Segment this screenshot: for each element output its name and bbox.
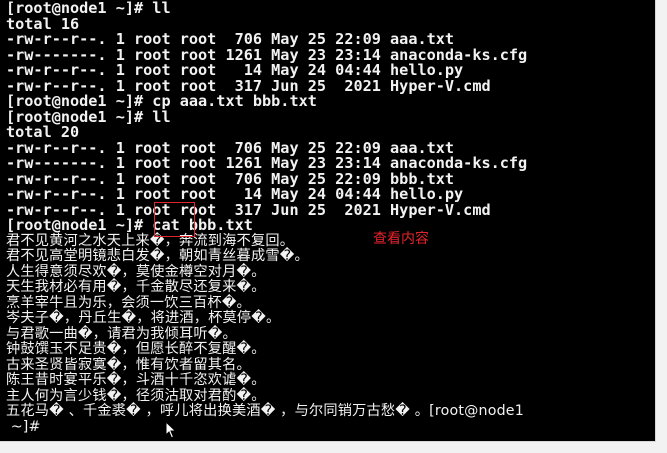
poem-line: 人生得意须尽欢�，莫使金樽空对月�。 [6, 263, 266, 280]
poem-line: 古来圣贤皆寂寞�，惟有饮者留其名。 [6, 356, 251, 373]
poem-line: 君不见高堂明镜悲白发�，朝如青丝暮成雪�。 [6, 248, 309, 264]
poem-line: 岑夫子�，丹丘生�，将进酒，杯莫停�。 [6, 310, 281, 326]
poem-line: 天生我材必有用�，千金散尽还复来�。 [6, 279, 266, 295]
terminal-output: [root@node1 ~]# ll total 16 -rw-r--r--. 1 … [6, 0, 527, 435]
poem-line: 君不见黄河之水天上来�，奔流到海不复回。 [6, 232, 295, 249]
poem-line: 主人何为言少钱�，径须沽取对君酌�。 [6, 387, 266, 404]
mouse-cursor-icon [165, 421, 177, 439]
terminal-line: [root@node1 ~]# ll [6, 107, 171, 126]
poem-line: ~]# [6, 418, 46, 435]
poem-line: 钟鼓馔玉不足贵�，但愿长醉不复醒�。 [6, 341, 266, 357]
terminal-window[interactable]: [root@node1 ~]# ll total 16 -rw-r--r--. 1 … [0, 0, 656, 442]
poem-line: 烹羊宰牛且为乐，会须一饮三百杯�。 [6, 294, 251, 311]
poem-line: 陈王昔时宴平乐�，斗酒十千恣欢谑�。 [6, 372, 266, 388]
annotation-label: 查看内容 [373, 231, 429, 247]
poem-line: 与君歌一曲�，请君为我倾耳听�。 [6, 325, 237, 342]
terminal-line: [root@node1 ~]# cat bbb.txt [6, 216, 253, 234]
poem-line: 五花马� 、千金裘� ，呼儿将出换美酒� ，与尔同销万古愁� 。[root@no… [6, 403, 524, 419]
cat-command-highlight-box [154, 202, 195, 237]
terminal-line: [root@node1 ~]# ll [6, 0, 171, 17]
